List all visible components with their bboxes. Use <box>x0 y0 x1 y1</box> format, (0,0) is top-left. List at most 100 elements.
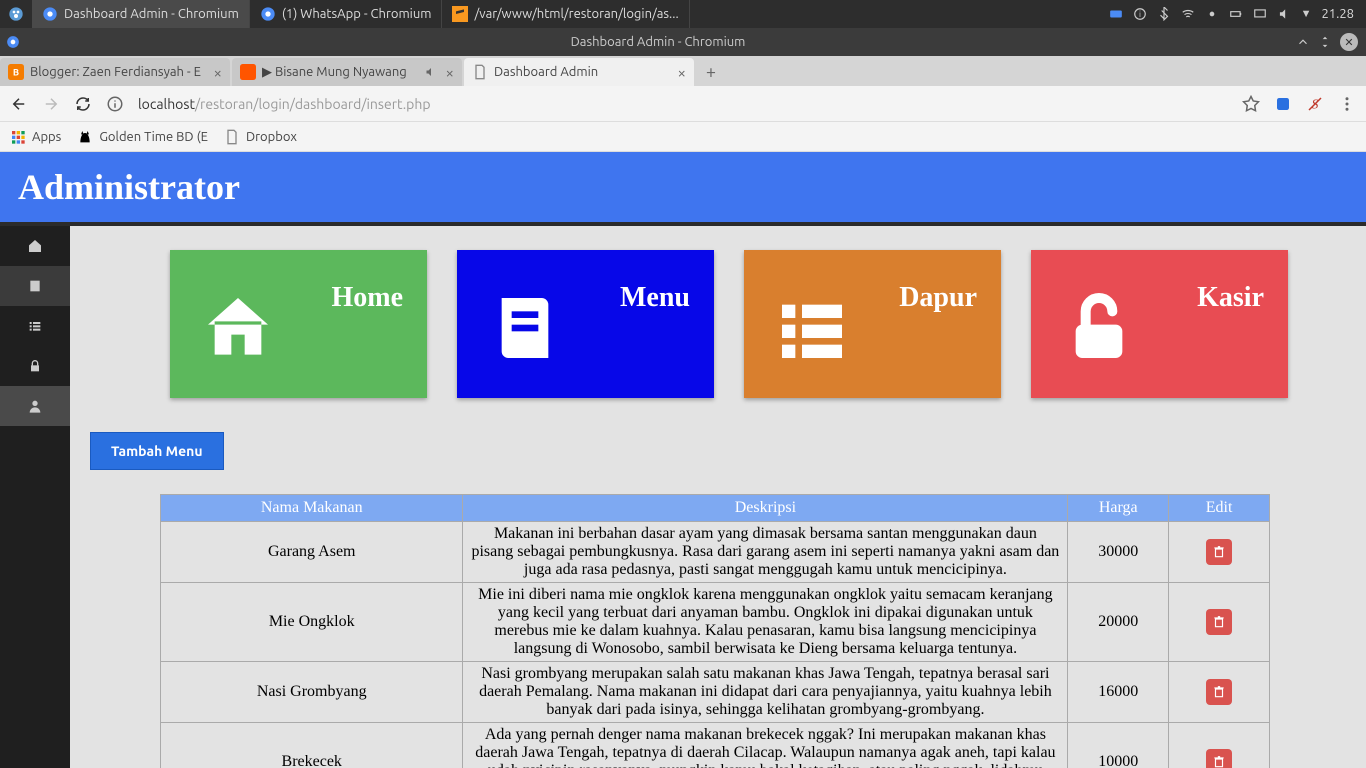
cell-deskripsi: Mie ini diberi nama mie ongklok karena m… <box>463 583 1068 662</box>
audio-icon[interactable] <box>424 66 436 78</box>
extension-icon[interactable] <box>1274 95 1292 113</box>
card-title: Home <box>331 282 403 314</box>
display-icon[interactable] <box>1253 7 1267 21</box>
url-host: localhost <box>138 96 195 112</box>
close-icon[interactable]: × <box>214 64 222 81</box>
info-icon[interactable]: i <box>1133 7 1147 21</box>
sidebar-user[interactable] <box>0 386 70 426</box>
wifi-icon[interactable] <box>1181 7 1195 21</box>
th-harga: Harga <box>1068 495 1169 522</box>
reload-button[interactable] <box>74 95 92 113</box>
keyboard-icon[interactable] <box>1109 7 1123 21</box>
menu-table: Nama Makanan Deskripsi Harga Edit Garang… <box>160 494 1270 768</box>
table-row: Garang AsemMakanan ini berbahan dasar ay… <box>161 522 1270 583</box>
user-icon <box>27 398 43 414</box>
close-button[interactable]: ✕ <box>1340 33 1358 51</box>
paw-icon <box>8 6 24 22</box>
cell-edit <box>1169 583 1270 662</box>
app-launcher[interactable] <box>0 0 32 28</box>
sidebar-home[interactable] <box>0 226 70 266</box>
card-kasir[interactable]: Kasir <box>1031 250 1288 398</box>
trash-icon <box>1212 755 1226 768</box>
table-row: Nasi GrombyangNasi grombyang merupakan s… <box>161 662 1270 723</box>
maximize-icon[interactable] <box>1318 35 1332 49</box>
apps-icon <box>10 129 26 145</box>
browser-tab-3[interactable]: Dashboard Admin × <box>464 58 694 86</box>
add-menu-button[interactable]: Tambah Menu <box>90 432 224 470</box>
bluetooth-icon[interactable] <box>1157 7 1171 21</box>
bookmark-star-icon[interactable] <box>1242 95 1260 113</box>
new-tab-button[interactable]: + <box>696 58 726 86</box>
card-menu[interactable]: Menu <box>457 250 714 398</box>
cell-edit <box>1169 522 1270 583</box>
cell-harga: 16000 <box>1068 662 1169 723</box>
bookmarks-bar: Apps Golden Time BD (E Dropbox <box>0 122 1366 152</box>
task-sublime[interactable]: /var/www/html/restoran/login/as... <box>442 0 689 28</box>
site-info-icon[interactable] <box>106 95 124 113</box>
forward-button <box>42 95 60 113</box>
sidebar-menu[interactable] <box>0 266 70 306</box>
card-dapur[interactable]: Dapur <box>744 250 1001 398</box>
browser-tab-1[interactable]: B Blogger: Zaen Ferdiansyah - E × <box>0 58 230 86</box>
bookmark-dropbox[interactable]: Dropbox <box>224 129 297 145</box>
chromium-icon <box>260 6 276 22</box>
book-icon <box>27 278 43 294</box>
system-taskbar: Dashboard Admin - Chromium (1) WhatsApp … <box>0 0 1366 28</box>
delete-button[interactable] <box>1206 679 1232 705</box>
task-chromium-1[interactable]: Dashboard Admin - Chromium <box>32 0 250 28</box>
window-titlebar: Dashboard Admin - Chromium ✕ <box>0 28 1366 56</box>
list-icon <box>772 288 852 368</box>
close-icon[interactable]: × <box>678 64 686 81</box>
home-icon <box>27 238 43 254</box>
th-deskripsi: Deskripsi <box>463 495 1068 522</box>
browser-tab-2[interactable]: ▶ Bisane Mung Nyawang × <box>232 58 462 86</box>
svg-text:i: i <box>1139 9 1141 19</box>
card-title: Dapur <box>899 282 977 314</box>
table-row: BrekecekAda yang pernah denger nama maka… <box>161 723 1270 768</box>
card-title: Menu <box>620 282 690 314</box>
lock-icon <box>27 358 43 374</box>
sidebar-kasir[interactable] <box>0 346 70 386</box>
window-title: Dashboard Admin - Chromium <box>20 35 1296 49</box>
cell-edit <box>1169 662 1270 723</box>
card-title: Kasir <box>1197 282 1264 314</box>
noscript-icon[interactable]: S <box>1306 95 1324 113</box>
trash-icon <box>1212 615 1226 629</box>
bookmark-golden[interactable]: Golden Time BD (E <box>77 129 208 145</box>
clock[interactable]: 21.28 <box>1321 7 1354 21</box>
trash-icon <box>1212 545 1226 559</box>
back-button[interactable] <box>10 95 28 113</box>
cell-nama: Garang Asem <box>161 522 463 583</box>
brightness-icon[interactable] <box>1205 7 1219 21</box>
delete-button[interactable] <box>1206 609 1232 635</box>
cell-deskripsi: Ada yang pernah denger nama makanan brek… <box>463 723 1068 768</box>
volume-icon[interactable] <box>1277 7 1291 21</box>
bookmark-label: Apps <box>32 130 61 144</box>
battery-icon[interactable] <box>1229 7 1243 21</box>
bookmark-label: Golden Time BD (E <box>99 130 208 144</box>
delete-button[interactable] <box>1206 749 1232 768</box>
minimize-icon[interactable] <box>1296 35 1310 49</box>
sublime-icon <box>452 6 468 22</box>
url-bar[interactable]: localhost/restoran/login/dashboard/inser… <box>138 96 1228 112</box>
apps-shortcut[interactable]: Apps <box>10 129 61 145</box>
menu-icon[interactable] <box>1338 95 1356 113</box>
sidebar-dapur[interactable] <box>0 306 70 346</box>
card-home[interactable]: Home <box>170 250 427 398</box>
cell-edit <box>1169 723 1270 768</box>
dropdown-arrow[interactable]: ▼ <box>1301 8 1312 20</box>
browser-toolbar: localhost/restoran/login/dashboard/inser… <box>0 86 1366 122</box>
task-label: (1) WhatsApp - Chromium <box>282 7 432 21</box>
dashboard-cards: Home Menu Dapur Kasir <box>70 226 1366 398</box>
system-tray: i ▼ 21.28 <box>1109 7 1366 21</box>
page-icon <box>224 129 240 145</box>
svg-text:B: B <box>13 66 19 77</box>
close-icon[interactable]: × <box>446 64 454 81</box>
list-icon <box>27 318 43 334</box>
tab-label: Blogger: Zaen Ferdiansyah - E <box>30 65 201 79</box>
url-path: /restoran/login/dashboard/insert.php <box>195 96 431 112</box>
trash-icon <box>1212 685 1226 699</box>
task-chromium-2[interactable]: (1) WhatsApp - Chromium <box>250 0 443 28</box>
delete-button[interactable] <box>1206 539 1232 565</box>
page-title: Administrator <box>0 152 1366 226</box>
